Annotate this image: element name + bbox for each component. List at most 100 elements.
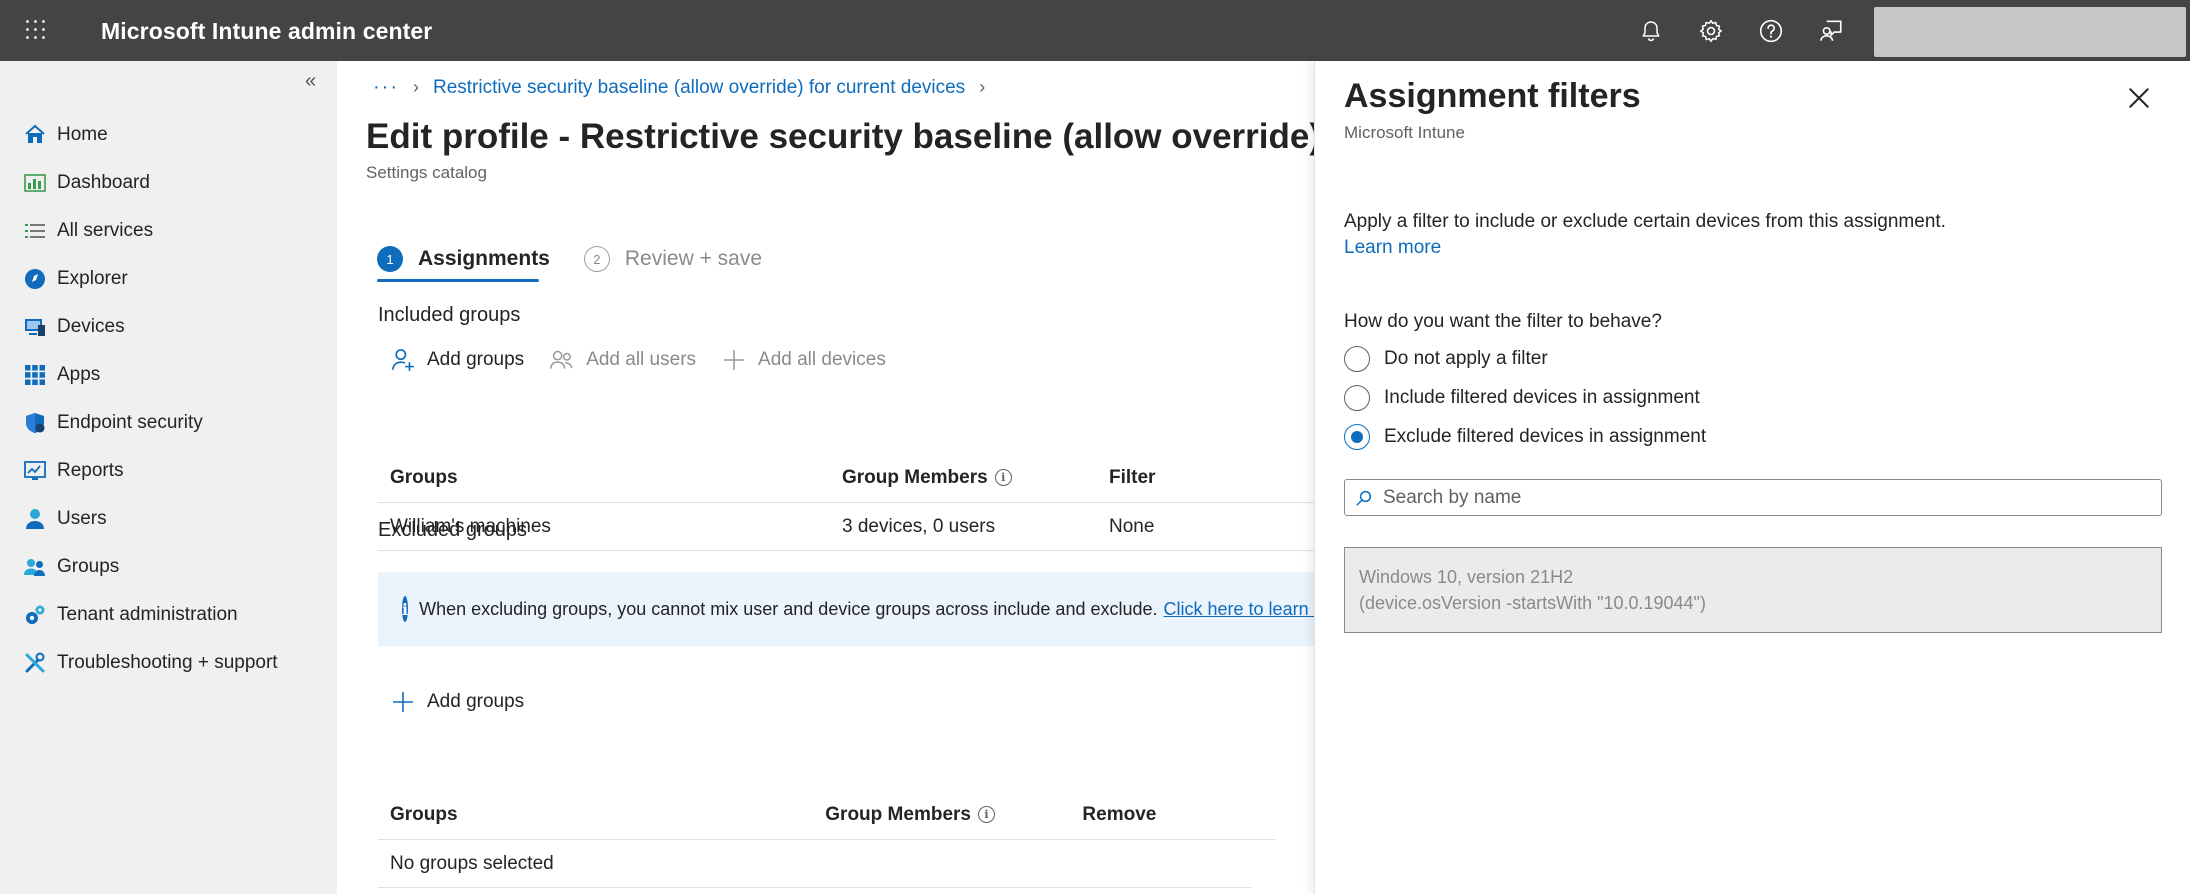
- nav-list: Home Dashboard All services Explorer Dev…: [0, 111, 337, 687]
- radio-circle[interactable]: [1344, 345, 1370, 372]
- action-label: Add all devices: [758, 349, 886, 370]
- col-group-members[interactable]: Group Members i: [825, 804, 1082, 826]
- col-remove[interactable]: Remove: [1082, 804, 1275, 826]
- info-icon[interactable]: i: [994, 469, 1012, 486]
- panel-title: Assignment filters: [1344, 77, 1641, 115]
- nav-label: Apps: [57, 364, 101, 385]
- nav-item-endpoint-security[interactable]: Endpoint security: [0, 399, 337, 447]
- account-menu[interactable]: [1874, 7, 2186, 57]
- step-number: 2: [583, 246, 610, 272]
- included-actions: Add groups Add all users Add all devices: [389, 346, 910, 374]
- collapse-nav-icon[interactable]: «: [305, 71, 327, 93]
- add-all-devices-button[interactable]: Add all devices: [720, 346, 886, 374]
- users-icon: [548, 346, 576, 374]
- active-step-indicator: [377, 279, 539, 282]
- radio-label: Exclude filtered devices in assignment: [1384, 425, 1707, 447]
- empty-message: No groups selected: [390, 852, 554, 874]
- nav-item-home[interactable]: Home: [0, 111, 337, 159]
- nav-label: Explorer: [57, 268, 128, 289]
- add-all-users-button[interactable]: Add all users: [548, 346, 696, 374]
- col-groups[interactable]: Groups: [378, 467, 842, 489]
- bell-icon[interactable]: [1636, 16, 1666, 46]
- table-header: Groups Group Members i Filter: [378, 453, 1314, 503]
- reports-icon: [22, 458, 48, 484]
- waffle-icon[interactable]: [26, 20, 46, 40]
- learn-more-link[interactable]: Learn more: [1344, 237, 1441, 259]
- col-filter[interactable]: Filter: [1109, 467, 1309, 489]
- add-groups-button[interactable]: Add groups: [389, 346, 524, 374]
- cell-filter[interactable]: None: [1109, 516, 1309, 538]
- col-groups[interactable]: Groups: [378, 804, 825, 826]
- action-label: Add groups: [427, 349, 525, 370]
- filter-list-item[interactable]: Windows 10, version 21H2 (device.osVersi…: [1344, 547, 2162, 633]
- learn-more-link[interactable]: Click here to learn more: [1164, 599, 1314, 620]
- nav-label: Dashboard: [57, 172, 150, 193]
- radio-include-filtered[interactable]: Include filtered devices in assignment: [1344, 378, 1706, 417]
- col-label: Group Members: [825, 803, 971, 825]
- nav-item-tenant-administration[interactable]: Tenant administration: [0, 591, 337, 639]
- breadcrumb-link[interactable]: Restrictive security baseline (allow ove…: [433, 77, 965, 99]
- help-icon[interactable]: [1756, 16, 1786, 46]
- plus-icon: [389, 688, 417, 716]
- add-excluded-groups-button[interactable]: Add groups: [389, 688, 524, 716]
- wizard-steps: 1 Assignments 2 Review + save: [377, 241, 796, 277]
- dashboard-icon: [22, 170, 48, 196]
- nav-item-all-services[interactable]: All services: [0, 207, 337, 255]
- step-assignments[interactable]: 1 Assignments: [377, 241, 550, 277]
- nav-label: Troubleshooting + support: [57, 652, 278, 673]
- radio-exclude-filtered[interactable]: Exclude filtered devices in assignment: [1344, 417, 1706, 456]
- tools-icon: [22, 650, 48, 676]
- list-icon: [22, 218, 48, 244]
- main-content: ··· › Restrictive security baseline (all…: [337, 61, 1646, 894]
- info-banner: i When excluding groups, you cannot mix …: [378, 572, 1314, 646]
- nav-item-dashboard[interactable]: Dashboard: [0, 159, 337, 207]
- step-review-save[interactable]: 2 Review + save: [583, 241, 762, 277]
- radio-label: Do not apply a filter: [1384, 347, 1548, 369]
- nav-item-users[interactable]: Users: [0, 495, 337, 543]
- nav-label: Reports: [57, 460, 124, 481]
- chevron-right-icon: ›: [412, 77, 419, 97]
- nav-item-troubleshooting[interactable]: Troubleshooting + support: [0, 639, 337, 687]
- nav-label: Endpoint security: [57, 412, 203, 433]
- feedback-icon[interactable]: [1816, 16, 1846, 46]
- table-header: Groups Group Members i Remove: [378, 790, 1275, 840]
- nav-item-apps[interactable]: Apps: [0, 351, 337, 399]
- filter-behavior-question: How do you want the filter to behave?: [1344, 311, 1662, 332]
- excluded-actions: Add groups: [389, 688, 548, 716]
- table-row-empty: No groups selected: [378, 840, 1251, 888]
- top-bar: Microsoft Intune admin center: [0, 0, 2190, 61]
- groups-icon: [22, 554, 48, 580]
- radio-circle[interactable]: [1344, 423, 1370, 450]
- nav-label: Groups: [57, 556, 120, 577]
- plus-icon: [720, 346, 748, 374]
- radio-circle[interactable]: [1344, 384, 1370, 411]
- action-label: Add all users: [586, 349, 697, 370]
- app-title[interactable]: Microsoft Intune admin center: [101, 18, 432, 45]
- search-input[interactable]: [1383, 486, 2143, 509]
- radio-do-not-apply[interactable]: Do not apply a filter: [1344, 339, 1706, 378]
- apps-icon: [22, 362, 48, 388]
- add-user-icon: [389, 346, 417, 374]
- filter-behavior-radio-group: Do not apply a filter Include filtered d…: [1344, 339, 1706, 456]
- close-icon[interactable]: [2124, 83, 2154, 113]
- gear-icon[interactable]: [1696, 16, 1726, 46]
- nav-item-reports[interactable]: Reports: [0, 447, 337, 495]
- nav-item-groups[interactable]: Groups: [0, 543, 337, 591]
- nav-item-explorer[interactable]: Explorer: [0, 255, 337, 303]
- tenant-gear-icon: [22, 602, 48, 628]
- breadcrumb: ··· › Restrictive security baseline (all…: [373, 76, 999, 99]
- step-number: 1: [377, 246, 403, 272]
- home-icon: [22, 122, 48, 148]
- excluded-groups-table: Groups Group Members i Remove No groups s…: [378, 790, 1314, 888]
- nav-item-devices[interactable]: Devices: [0, 303, 337, 351]
- nav-label: All services: [57, 220, 154, 241]
- nav-label: Devices: [57, 316, 125, 337]
- excluded-groups-heading: Excluded groups: [378, 519, 527, 541]
- nav-label: Users: [57, 508, 107, 529]
- info-text: When excluding groups, you cannot mix us…: [419, 598, 1158, 619]
- explorer-icon: [22, 266, 48, 292]
- col-group-members[interactable]: Group Members i: [842, 467, 1109, 489]
- info-icon[interactable]: i: [977, 806, 995, 823]
- cell-members: 3 devices, 0 users: [842, 515, 996, 537]
- breadcrumb-overflow[interactable]: ···: [373, 76, 399, 99]
